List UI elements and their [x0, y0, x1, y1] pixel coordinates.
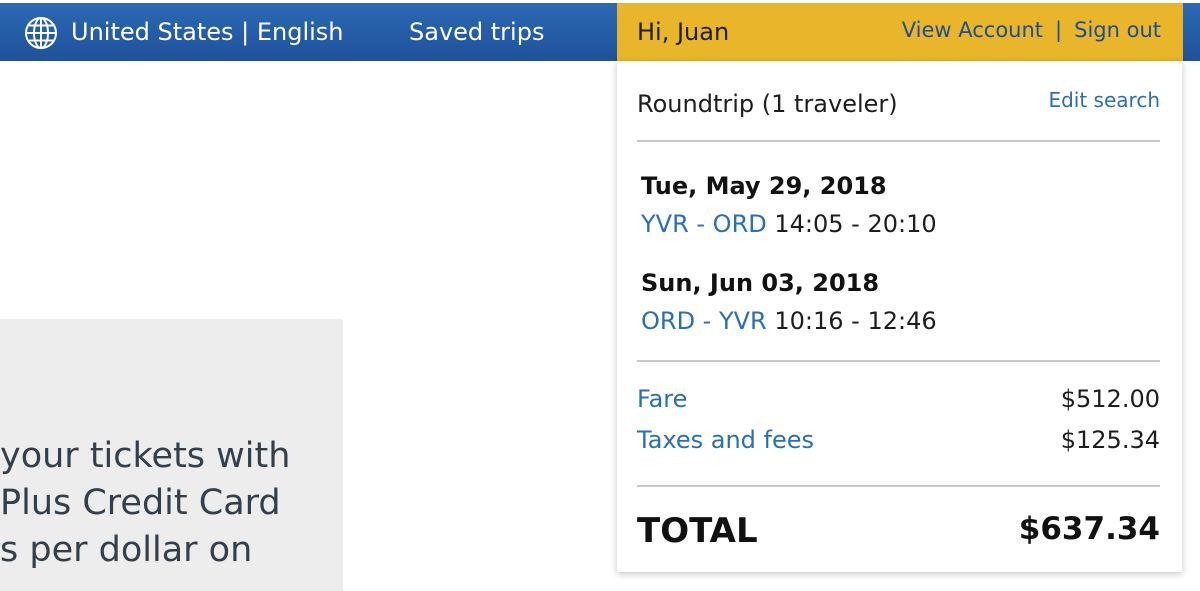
- link-separator: |: [1055, 18, 1063, 42]
- account-links: View Account | Sign out: [902, 16, 1161, 44]
- outbound-date: Tue, May 29, 2018: [641, 172, 887, 200]
- saved-trips-link[interactable]: Saved trips: [409, 17, 544, 47]
- promo-text-line: your tickets with: [0, 436, 291, 476]
- trip-type-label: Roundtrip (1 traveler): [637, 90, 898, 118]
- account-bar: Hi, Juan View Account | Sign out: [617, 3, 1183, 61]
- user-greeting: Hi, Juan: [637, 18, 730, 46]
- return-route-link[interactable]: ORD - YVR: [641, 307, 767, 335]
- locale-selector[interactable]: United States | English: [71, 17, 344, 47]
- promo-text-line: s per dollar on: [0, 530, 253, 570]
- divider: [637, 140, 1160, 142]
- promo-text-line: Plus Credit Card: [0, 483, 281, 523]
- edit-search-link[interactable]: Edit search: [1048, 87, 1160, 113]
- divider: [637, 360, 1160, 362]
- taxes-label-link[interactable]: Taxes and fees: [637, 425, 814, 455]
- fare-amount: $512.00: [1060, 385, 1160, 413]
- outbound-route-link[interactable]: YVR - ORD: [641, 210, 767, 238]
- sign-out-link[interactable]: Sign out: [1074, 18, 1161, 42]
- taxes-amount: $125.34: [1060, 426, 1160, 454]
- return-times: 10:16 - 12:46: [774, 307, 937, 335]
- credit-card-promo: your tickets with Plus Credit Card s per…: [0, 319, 343, 591]
- return-flight: ORD - YVR 10:16 - 12:46: [641, 306, 937, 336]
- globe-icon[interactable]: [24, 16, 58, 50]
- return-date: Sun, Jun 03, 2018: [641, 269, 880, 297]
- divider: [637, 485, 1160, 487]
- trip-summary-panel: Roundtrip (1 traveler) Edit search Tue, …: [617, 61, 1182, 572]
- total-amount: $637.34: [1018, 511, 1160, 547]
- view-account-link[interactable]: View Account: [902, 18, 1043, 42]
- outbound-times: 14:05 - 20:10: [774, 210, 937, 238]
- outbound-flight: YVR - ORD 14:05 - 20:10: [641, 209, 937, 239]
- fare-label-link[interactable]: Fare: [637, 384, 687, 414]
- total-label: TOTAL: [637, 511, 758, 551]
